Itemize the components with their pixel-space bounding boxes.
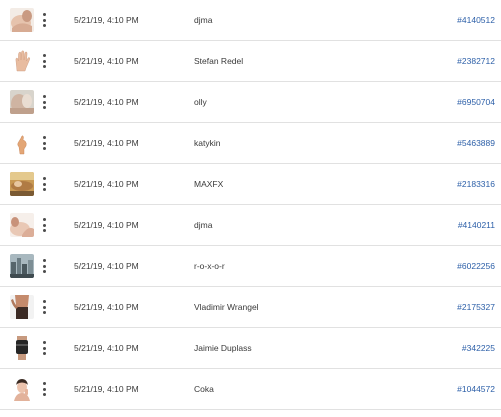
list-item[interactable]: 5/21/19, 4:10 PM djma #4140512 (0, 0, 501, 41)
more-options-icon[interactable] (40, 257, 48, 275)
asset-id-link[interactable]: #2175327 (457, 287, 495, 327)
date-label: 5/21/19, 4:10 PM (74, 343, 139, 353)
asset-id-link[interactable]: #4140211 (458, 205, 495, 245)
shoulder-photo-thumbnail[interactable] (10, 8, 34, 32)
author-name: djma (194, 15, 213, 25)
author-name: MAXFX (194, 179, 224, 189)
author-name: Coka (194, 384, 214, 394)
date-label: 5/21/19, 4:10 PM (74, 15, 139, 25)
more-options-icon[interactable] (40, 93, 48, 111)
list-item[interactable]: 5/21/19, 4:10 PM katykin #5463889 (0, 123, 501, 164)
date-label: 5/21/19, 4:10 PM (74, 97, 139, 107)
hand-photo-thumbnail[interactable] (10, 49, 34, 73)
city-photo-thumbnail[interactable] (10, 254, 34, 278)
author-name: djma (194, 220, 213, 230)
list-item[interactable]: 5/21/19, 4:10 PM Vladimir Wrangel #21753… (0, 287, 501, 328)
more-options-icon[interactable] (40, 134, 48, 152)
woman-face-photo-thumbnail[interactable] (10, 377, 34, 401)
author-name: Jaimie Duplass (194, 343, 252, 353)
stock-results-list: 5/21/19, 4:10 PM djma #4140512 5/21/19, … (0, 0, 501, 417)
asset-id-link[interactable]: #5463889 (457, 123, 495, 163)
asset-id-link[interactable]: #2382712 (457, 41, 495, 81)
more-options-icon[interactable] (40, 216, 48, 234)
shoulder-photo-thumbnail[interactable] (10, 213, 34, 237)
asset-id-link[interactable]: #6950704 (457, 82, 495, 122)
date-label: 5/21/19, 4:10 PM (74, 138, 139, 148)
list-item[interactable]: 5/21/19, 4:10 PM Coka #1044572 (0, 369, 501, 410)
author-name: Stefan Redel (194, 56, 244, 66)
list-item[interactable]: 5/21/19, 4:10 PM r-o-x-o-r #6022256 (0, 246, 501, 287)
portrait-photo-thumbnail[interactable] (10, 90, 34, 114)
asset-id-link[interactable]: #1044572 (457, 369, 495, 409)
more-options-icon[interactable] (40, 380, 48, 398)
date-label: 5/21/19, 4:10 PM (74, 384, 139, 394)
more-options-icon[interactable] (40, 339, 48, 357)
asset-id-link[interactable]: #342225 (462, 328, 495, 368)
author-name: katykin (194, 138, 221, 148)
author-name: r-o-x-o-r (194, 261, 225, 271)
list-item[interactable]: 5/21/19, 4:10 PM MAXFX #2183316 (0, 164, 501, 205)
asset-id-link[interactable]: #2183316 (457, 164, 495, 204)
more-options-icon[interactable] (40, 175, 48, 193)
list-item[interactable]: 5/21/19, 4:10 PM Stefan Redel #2382712 (0, 41, 501, 82)
list-item[interactable]: 5/21/19, 4:10 PM Jaimie Duplass #342225 (0, 328, 501, 369)
knee-brace-photo-thumbnail[interactable] (10, 336, 34, 360)
hand-gesture-photo-thumbnail[interactable] (10, 131, 34, 155)
date-label: 5/21/19, 4:10 PM (74, 179, 139, 189)
list-item[interactable]: 5/21/19, 4:10 PM djma #4140211 (0, 205, 501, 246)
asset-id-link[interactable]: #6022256 (457, 246, 495, 286)
asset-id-link[interactable]: #4140512 (457, 0, 495, 40)
date-label: 5/21/19, 4:10 PM (74, 220, 139, 230)
date-label: 5/21/19, 4:10 PM (74, 302, 139, 312)
more-options-icon[interactable] (40, 11, 48, 29)
date-label: 5/21/19, 4:10 PM (74, 56, 139, 66)
author-name: Vladimir Wrangel (194, 302, 259, 312)
more-options-icon[interactable] (40, 52, 48, 70)
author-name: olly (194, 97, 207, 107)
torso-photo-thumbnail[interactable] (10, 295, 34, 319)
more-options-icon[interactable] (40, 298, 48, 316)
list-item[interactable]: 5/21/19, 4:10 PM olly #6950704 (0, 82, 501, 123)
date-label: 5/21/19, 4:10 PM (74, 261, 139, 271)
massage-photo-thumbnail[interactable] (10, 172, 34, 196)
